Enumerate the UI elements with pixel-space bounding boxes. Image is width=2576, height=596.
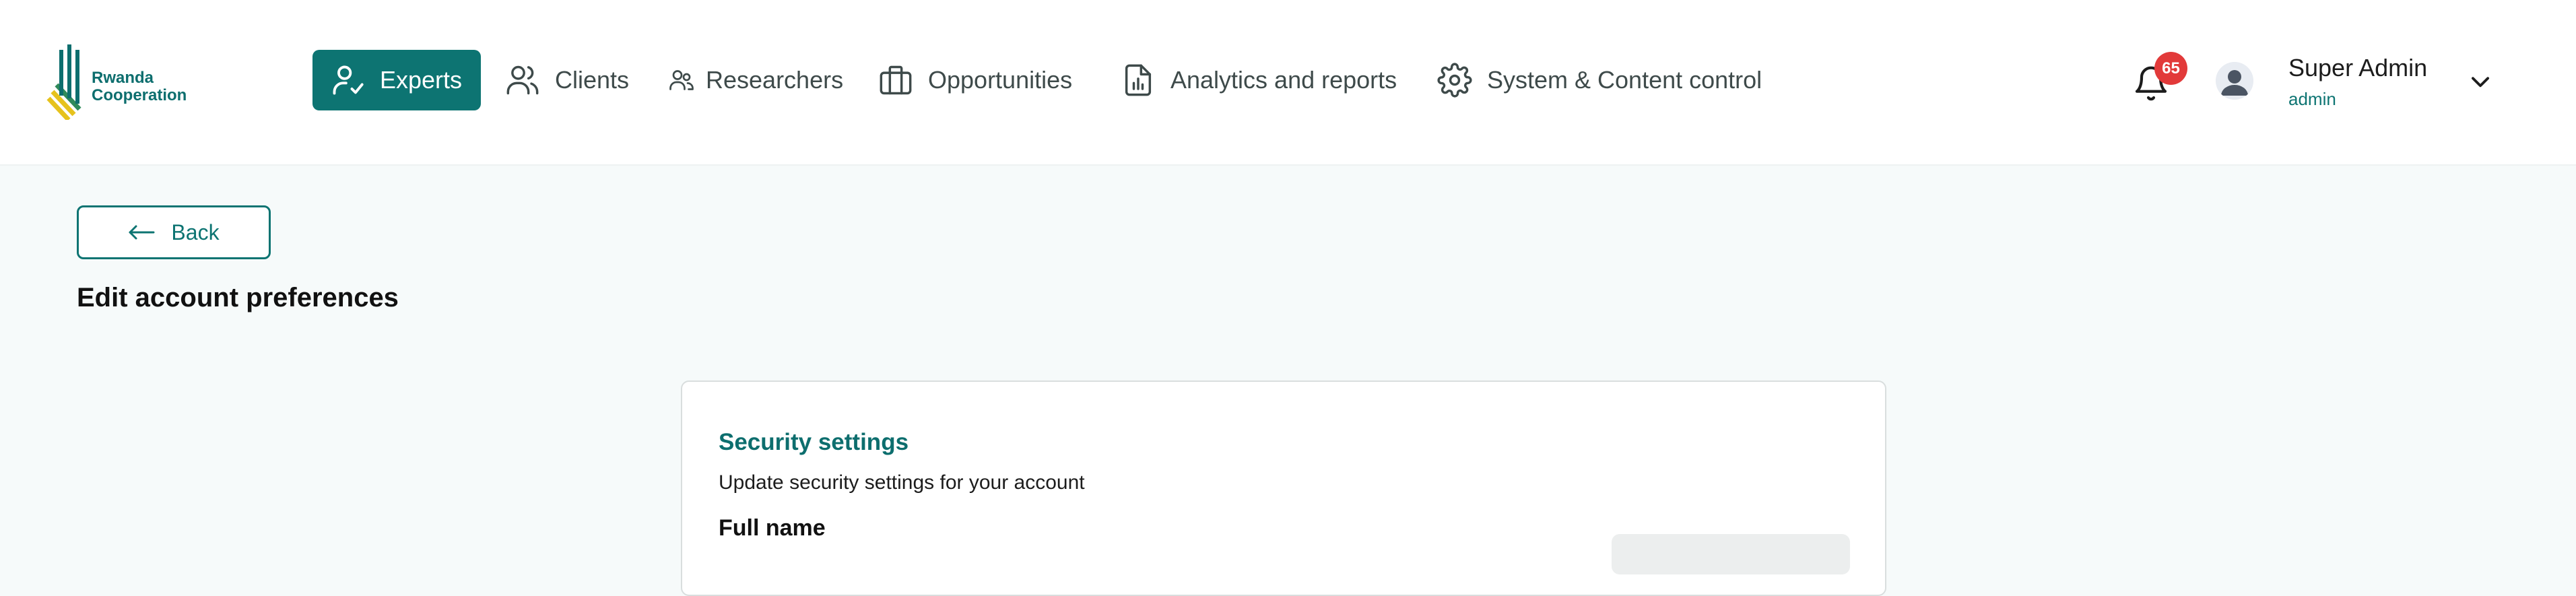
chevron-down-icon[interactable]: [2468, 69, 2493, 94]
nav-label-clients: Clients: [555, 66, 630, 94]
card-title: Security settings: [719, 429, 909, 455]
full-name-label: Full name: [719, 515, 826, 541]
back-button-label: Back: [171, 220, 220, 244]
report-file-icon: [1125, 64, 1152, 96]
rwanda-cooperation-logo[interactable]: Rwanda Cooperation: [46, 44, 207, 120]
user-role: admin: [2288, 89, 2336, 109]
nav-label-researchers: Researchers: [706, 66, 844, 94]
researchers-icon: [669, 70, 694, 90]
user-check-icon: [333, 65, 364, 95]
users-icon: [506, 65, 539, 95]
nav-item-analytics-and-reports[interactable]: Analytics and reports: [1121, 50, 1397, 110]
page-title: Edit account preferences: [77, 283, 399, 312]
nav-item-researchers[interactable]: Researchers: [669, 50, 843, 110]
user-avatar-icon: [2216, 62, 2253, 100]
notification-count-badge: 65: [2154, 52, 2187, 85]
logo-line-1: Rwanda: [92, 69, 154, 87]
briefcase-icon: [880, 65, 912, 95]
nav-item-clients[interactable]: Clients: [505, 50, 629, 110]
avatar[interactable]: [2216, 62, 2253, 100]
gear-icon: [1437, 63, 1472, 98]
nav-label-analytics-and-reports: Analytics and reports: [1170, 66, 1397, 94]
security-settings-card: Security settings Update security settin…: [681, 380, 1886, 596]
nav-item-opportunities[interactable]: Opportunities: [878, 50, 1072, 110]
nav-label-experts: Experts: [380, 66, 463, 94]
nav-item-experts[interactable]: Experts: [312, 50, 481, 110]
back-button[interactable]: Back: [77, 205, 271, 259]
user-name: Super Admin: [2288, 54, 2428, 81]
logo-mark-icon: [46, 44, 81, 120]
nav-item-system-content-control[interactable]: System & Content control: [1437, 50, 1762, 110]
nav-label-opportunities: Opportunities: [928, 66, 1073, 94]
logo-line-2: Cooperation: [92, 86, 187, 104]
card-subtitle: Update security settings for your accoun…: [719, 471, 1085, 494]
logo-wordmark: Rwanda Cooperation: [92, 69, 187, 104]
nav-label-system-content-control: System & Content control: [1487, 66, 1762, 94]
top-navigation-bar: Rwanda Cooperation Experts Clients Resea…: [0, 0, 2576, 166]
arrow-left-icon: [129, 225, 155, 240]
full-name-input[interactable]: [1612, 534, 1850, 574]
